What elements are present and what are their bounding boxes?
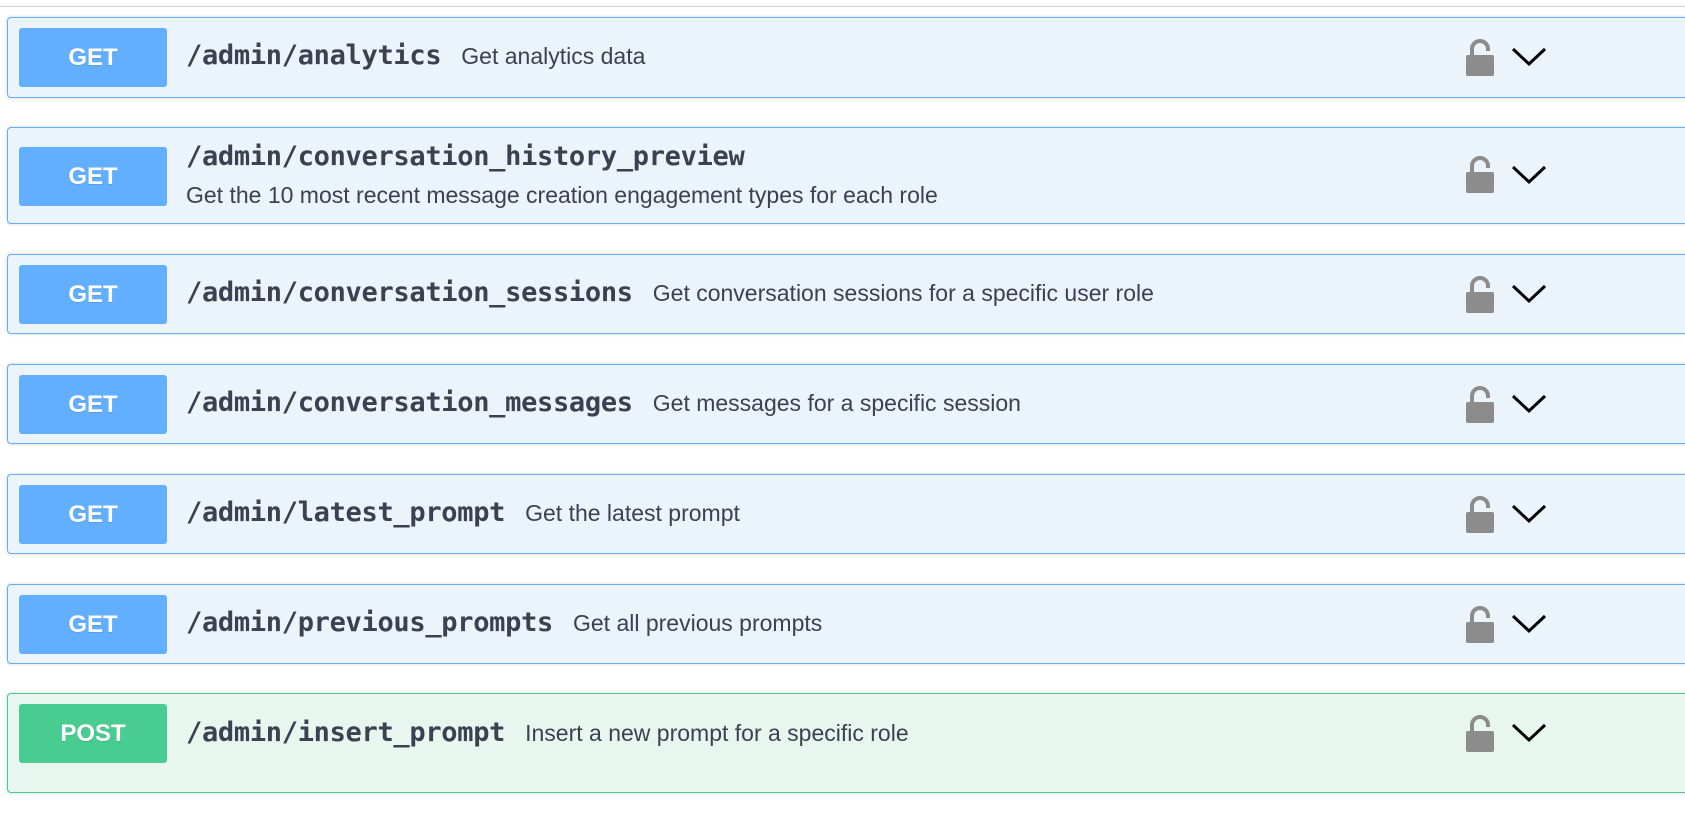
endpoint-description: Get conversation sessions for a specific… — [652, 280, 1154, 306]
lock-icon[interactable] — [1464, 385, 1496, 425]
opblock-get-admin-conversation-sessions[interactable]: GET /admin/conversation_sessions Get con… — [7, 254, 1685, 334]
chevron-down-icon[interactable] — [1510, 502, 1548, 526]
opblock-get-admin-conversation-history-preview[interactable]: GET /admin/conversation_history_preview … — [7, 127, 1685, 224]
method-badge: GET — [19, 375, 167, 434]
endpoint-path: /admin/analytics — [186, 40, 442, 71]
endpoint-path: /admin/conversation_messages — [186, 387, 633, 418]
endpoint-path: /admin/latest_prompt — [186, 497, 506, 528]
endpoint-path: /admin/previous_prompts — [186, 607, 553, 638]
endpoint-description: Get messages for a specific session — [652, 390, 1021, 416]
method-badge: GET — [19, 147, 167, 206]
endpoint-description: Get the 10 most recent message creation … — [186, 182, 938, 208]
endpoint-description: Get all previous prompts — [572, 610, 823, 636]
summary-line: /admin/conversation_sessions Get convers… — [186, 277, 1154, 308]
lock-icon[interactable] — [1464, 714, 1496, 754]
method-badge: GET — [19, 28, 167, 87]
chevron-down-icon[interactable] — [1510, 282, 1548, 306]
chevron-down-icon[interactable] — [1510, 612, 1548, 636]
lock-icon[interactable] — [1464, 275, 1496, 315]
lock-icon[interactable] — [1464, 155, 1496, 195]
summary-line: /admin/analytics Get analytics data — [186, 40, 645, 71]
endpoint-description: Get the latest prompt — [525, 500, 740, 526]
chevron-down-icon[interactable] — [1510, 392, 1548, 416]
lock-icon[interactable] — [1464, 38, 1496, 78]
opblock-get-admin-analytics[interactable]: GET /admin/analytics Get analytics data — [7, 17, 1685, 98]
endpoint-path: /admin/insert_prompt — [186, 717, 506, 748]
summary-line: /admin/conversation_history_preview — [186, 141, 745, 172]
lock-icon[interactable] — [1464, 605, 1496, 645]
opblock-post-admin-insert-prompt[interactable]: POST /admin/insert_prompt Insert a new p… — [7, 693, 1685, 793]
chevron-down-icon[interactable] — [1510, 163, 1548, 187]
top-divider — [0, 6, 1685, 7]
lock-icon[interactable] — [1464, 495, 1496, 535]
method-badge: GET — [19, 595, 167, 654]
endpoint-path: /admin/conversation_history_preview — [186, 141, 745, 172]
opblock-get-admin-latest-prompt[interactable]: GET /admin/latest_prompt Get the latest … — [7, 474, 1685, 554]
method-badge: GET — [19, 265, 167, 324]
chevron-down-icon[interactable] — [1510, 721, 1548, 745]
opblock-get-admin-conversation-messages[interactable]: GET /admin/conversation_messages Get mes… — [7, 364, 1685, 444]
chevron-down-icon[interactable] — [1510, 45, 1548, 69]
summary-line: /admin/insert_prompt Insert a new prompt… — [186, 717, 909, 748]
summary-line: /admin/previous_prompts Get all previous… — [186, 607, 822, 638]
method-badge: POST — [19, 704, 167, 763]
endpoint-description: Get analytics data — [461, 43, 646, 69]
summary-line: /admin/conversation_messages Get message… — [186, 387, 1021, 418]
endpoint-description: Insert a new prompt for a specific role — [525, 720, 909, 746]
method-badge: GET — [19, 485, 167, 544]
summary-line: /admin/latest_prompt Get the latest prom… — [186, 497, 740, 528]
opblock-get-admin-previous-prompts[interactable]: GET /admin/previous_prompts Get all prev… — [7, 584, 1685, 664]
endpoint-path: /admin/conversation_sessions — [186, 277, 633, 308]
